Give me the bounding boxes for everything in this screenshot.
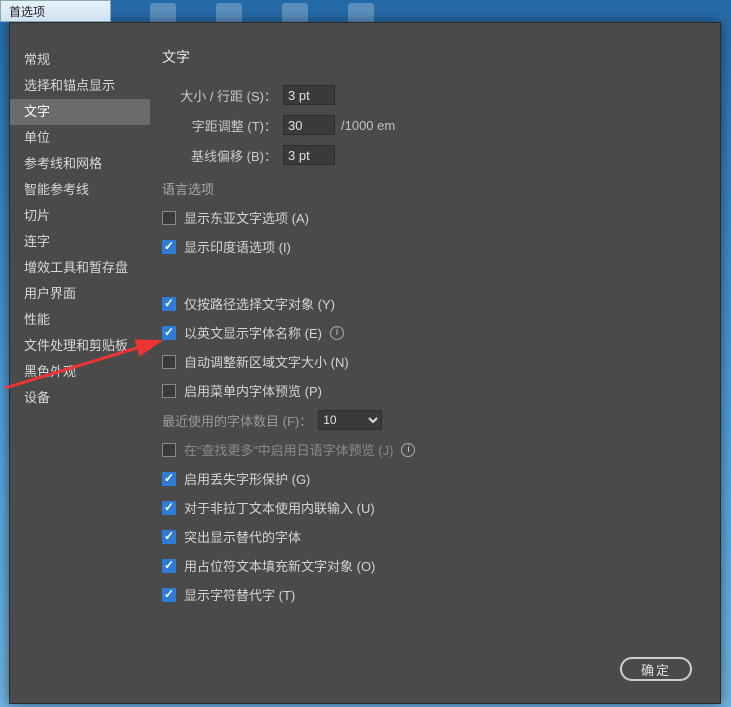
jp-preview-checkbox — [162, 443, 176, 457]
language-group-title: 语言选项 — [162, 179, 700, 198]
jp-preview-label: 在“查找更多”中启用日语字体预览 (J) — [184, 440, 393, 459]
menu-preview-checkbox[interactable] — [162, 384, 176, 398]
content-panel: 文字 大小 / 行距 (S)： 字距调整 (T)： /1000 em 基线偏移 … — [150, 23, 720, 703]
sidebar-item[interactable]: 文件处理和剪贴板 — [10, 333, 150, 359]
indic-checkbox[interactable] — [162, 240, 176, 254]
ok-button[interactable]: 确定 — [620, 657, 692, 681]
size-leading-input[interactable] — [283, 85, 335, 105]
placeholder-fill-checkbox[interactable] — [162, 559, 176, 573]
sidebar-item[interactable]: 选择和锚点显示 — [10, 73, 150, 99]
east-asian-checkbox[interactable] — [162, 211, 176, 225]
menu-preview-option[interactable]: 启用菜单内字体预览 (P) — [162, 381, 700, 400]
recent-fonts-select[interactable]: 10 — [318, 410, 382, 430]
auto-resize-checkbox[interactable] — [162, 355, 176, 369]
sidebar-item[interactable]: 智能参考线 — [10, 177, 150, 203]
sidebar-item[interactable]: 切片 — [10, 203, 150, 229]
recent-fonts-label: 最近使用的字体数目 (F)： — [162, 411, 312, 430]
baseline-label: 基线偏移 (B)： — [162, 146, 277, 165]
sidebar-item[interactable]: 参考线和网格 — [10, 151, 150, 177]
window-title: 首选项 — [9, 5, 45, 19]
english-names-option[interactable]: 以英文显示字体名称 (E) i — [162, 323, 700, 342]
sidebar-item[interactable]: 黑色外观 — [10, 359, 150, 385]
info-icon[interactable]: i — [330, 326, 344, 340]
tracking-input[interactable] — [283, 115, 335, 135]
panel-title: 文字 — [162, 47, 700, 67]
tracking-label: 字距调整 (T)： — [162, 116, 277, 135]
highlight-alt-label: 突出显示替代的字体 — [184, 527, 301, 546]
missing-glyph-option[interactable]: 启用丢失字形保护 (G) — [162, 469, 700, 488]
placeholder-fill-label: 用占位符文本填充新文字对象 (O) — [184, 556, 375, 575]
sidebar-item[interactable]: 单位 — [10, 125, 150, 151]
tracking-unit: /1000 em — [341, 118, 395, 133]
missing-glyph-checkbox[interactable] — [162, 472, 176, 486]
inline-input-checkbox[interactable] — [162, 501, 176, 515]
missing-glyph-label: 启用丢失字形保护 (G) — [184, 469, 310, 488]
english-names-checkbox[interactable] — [162, 326, 176, 340]
menu-preview-label: 启用菜单内字体预览 (P) — [184, 381, 322, 400]
show-alt-glyph-checkbox[interactable] — [162, 588, 176, 602]
inline-input-label: 对于非拉丁文本使用内联输入 (U) — [184, 498, 375, 517]
sidebar-item[interactable]: 常规 — [10, 47, 150, 73]
sidebar-item[interactable]: 增效工具和暂存盘 — [10, 255, 150, 281]
size-leading-row: 大小 / 行距 (S)： — [162, 85, 700, 105]
baseline-row: 基线偏移 (B)： — [162, 145, 700, 165]
highlight-alt-option[interactable]: 突出显示替代的字体 — [162, 527, 700, 546]
indic-label: 显示印度语选项 (I) — [184, 237, 291, 256]
show-alt-glyph-option[interactable]: 显示字符替代字 (T) — [162, 585, 700, 604]
path-only-checkbox[interactable] — [162, 297, 176, 311]
sidebar-item[interactable]: 设备 — [10, 385, 150, 411]
jp-preview-option: 在“查找更多”中启用日语字体预览 (J) i — [162, 440, 700, 459]
preferences-dialog: 常规选择和锚点显示文字单位参考线和网格智能参考线切片连字增效工具和暂存盘用户界面… — [9, 22, 721, 704]
info-icon[interactable]: i — [401, 443, 415, 457]
path-only-option[interactable]: 仅按路径选择文字对象 (Y) — [162, 294, 700, 313]
highlight-alt-checkbox[interactable] — [162, 530, 176, 544]
sidebar-item[interactable]: 性能 — [10, 307, 150, 333]
path-only-label: 仅按路径选择文字对象 (Y) — [184, 294, 335, 313]
baseline-input[interactable] — [283, 145, 335, 165]
sidebar: 常规选择和锚点显示文字单位参考线和网格智能参考线切片连字增效工具和暂存盘用户界面… — [10, 23, 150, 703]
size-leading-label: 大小 / 行距 (S)： — [162, 86, 277, 105]
east-asian-option[interactable]: 显示东亚文字选项 (A) — [162, 208, 700, 227]
auto-resize-label: 自动调整新区域文字大小 (N) — [184, 352, 349, 371]
recent-fonts-row: 最近使用的字体数目 (F)： 10 — [162, 410, 700, 430]
inline-input-option[interactable]: 对于非拉丁文本使用内联输入 (U) — [162, 498, 700, 517]
sidebar-item[interactable]: 用户界面 — [10, 281, 150, 307]
sidebar-item[interactable]: 文字 — [10, 99, 150, 125]
window-titlebar: 首选项 — [0, 0, 111, 22]
east-asian-label: 显示东亚文字选项 (A) — [184, 208, 309, 227]
show-alt-glyph-label: 显示字符替代字 (T) — [184, 585, 295, 604]
tracking-row: 字距调整 (T)： /1000 em — [162, 115, 700, 135]
english-names-label: 以英文显示字体名称 (E) — [184, 323, 322, 342]
auto-resize-option[interactable]: 自动调整新区域文字大小 (N) — [162, 352, 700, 371]
indic-option[interactable]: 显示印度语选项 (I) — [162, 237, 700, 256]
sidebar-item[interactable]: 连字 — [10, 229, 150, 255]
placeholder-fill-option[interactable]: 用占位符文本填充新文字对象 (O) — [162, 556, 700, 575]
